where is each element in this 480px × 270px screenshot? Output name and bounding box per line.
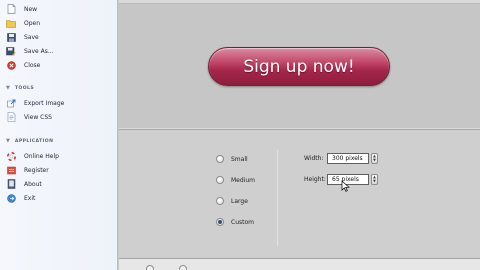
floppy-disk-icon: [6, 32, 16, 42]
menu-item-new-label: New: [24, 5, 38, 13]
width-label: Width:: [304, 154, 324, 162]
close-icon: [6, 60, 16, 70]
toolbar-knob[interactable]: [146, 265, 154, 270]
menu-item-online-help[interactable]: Online Help: [6, 150, 112, 162]
tools-section-header[interactable]: ▼ TOOLS: [6, 83, 112, 93]
size-option-label: Medium: [231, 176, 255, 184]
size-option-label: Custom: [231, 218, 254, 226]
info-icon: [6, 179, 16, 189]
bottom-toolbar: [119, 258, 480, 270]
menu-item-about[interactable]: About: [6, 178, 112, 190]
menu-item-export-image[interactable]: Export Image: [6, 97, 112, 109]
menu-item-register[interactable]: Register: [6, 164, 112, 176]
radio-button-selected[interactable]: [216, 218, 224, 226]
menu-item-save-label: Save: [24, 33, 39, 41]
menu-item-view-css[interactable]: View CSS: [6, 111, 112, 123]
menu-item-close-label: Close: [24, 61, 41, 69]
toolbar-knob[interactable]: [179, 265, 187, 270]
lifebuoy-icon: [6, 151, 16, 161]
size-option-custom[interactable]: Custom: [216, 216, 254, 228]
menu-item-close[interactable]: Close: [6, 59, 112, 71]
settings-panel: Small Medium Large Custom Width: 300 pix…: [119, 130, 480, 258]
menu-item-online-help-label: Online Help: [24, 152, 59, 160]
stepper-down-icon[interactable]: ▼: [373, 158, 376, 162]
expand-triangle-icon: ▼: [6, 138, 10, 144]
signup-button-label: Sign up now!: [243, 56, 355, 77]
menu-item-register-label: Register: [24, 166, 49, 174]
menu-item-save-as[interactable]: Save As...: [6, 45, 112, 57]
application-header-label: APPLICATION: [14, 138, 54, 144]
menu-item-open[interactable]: Open: [6, 17, 112, 29]
menu-item-exit-label: Exit: [24, 194, 36, 202]
tools-header-label: TOOLS: [14, 85, 35, 91]
size-option-label: Large: [231, 197, 248, 205]
menu-item-new[interactable]: New: [6, 3, 112, 15]
stepper-down-icon[interactable]: ▼: [373, 179, 376, 183]
export-icon: [6, 98, 16, 108]
exit-icon: [6, 193, 16, 203]
menu-item-open-label: Open: [24, 19, 41, 27]
width-field-row: Width: 300 pixels ▲ ▼: [304, 151, 378, 165]
menu-item-export-image-label: Export Image: [24, 99, 65, 107]
vertical-separator: [277, 150, 278, 246]
menu-item-about-label: About: [24, 180, 42, 188]
width-stepper[interactable]: ▲ ▼: [371, 152, 378, 164]
size-option-large[interactable]: Large: [216, 195, 248, 207]
radio-button[interactable]: [216, 197, 224, 205]
signup-button-preview[interactable]: Sign up now!: [208, 47, 390, 86]
application-section-header[interactable]: ▼ APPLICATION: [6, 136, 112, 146]
mouse-cursor-icon: [341, 180, 350, 192]
size-option-label: Small: [231, 155, 248, 163]
menu-item-view-css-label: View CSS: [24, 113, 52, 121]
register-icon: [6, 165, 16, 175]
size-option-small[interactable]: Small: [216, 153, 248, 165]
css-document-icon: [6, 112, 16, 122]
radio-button[interactable]: [216, 155, 224, 163]
new-document-icon: [6, 4, 16, 14]
size-option-medium[interactable]: Medium: [216, 174, 255, 186]
folder-icon: [6, 18, 16, 28]
radio-button[interactable]: [216, 176, 224, 184]
menu-item-exit[interactable]: Exit: [6, 192, 112, 204]
expand-triangle-icon: ▼: [6, 85, 10, 91]
save-as-icon: [6, 46, 16, 56]
width-input[interactable]: 300 pixels: [327, 152, 369, 164]
menu-item-save-as-label: Save As...: [24, 47, 54, 55]
height-label: Height:: [304, 175, 326, 183]
button-preview-area: Sign up now!: [119, 4, 480, 128]
height-stepper[interactable]: ▲ ▼: [371, 173, 378, 185]
menu-item-save[interactable]: Save: [6, 31, 112, 43]
sidebar: New Open Save Save As... Close ▼ TOOLS E…: [0, 0, 118, 270]
